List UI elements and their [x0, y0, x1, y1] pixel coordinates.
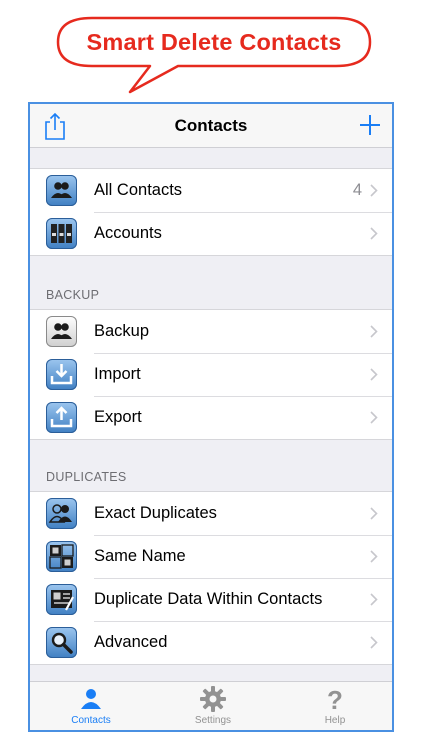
magnifier-icon	[46, 627, 77, 658]
question-icon: ?	[327, 686, 343, 712]
export-icon	[46, 402, 77, 433]
chevron-right-icon	[370, 368, 378, 381]
navigation-bar: Contacts	[30, 104, 392, 148]
chevron-right-icon	[370, 411, 378, 424]
row-label: All Contacts	[94, 181, 183, 199]
tab-label: Settings	[194, 715, 232, 726]
contacts-count: 4	[352, 181, 362, 199]
gear-icon	[200, 686, 226, 712]
row-label: Duplicate Data Within Contacts	[94, 590, 323, 608]
tab-label: Help	[324, 715, 346, 726]
main-group: All Contacts 4 Accounts	[30, 168, 392, 256]
chevron-right-icon	[370, 550, 378, 563]
chevron-right-icon	[370, 325, 378, 338]
row-label: Export	[94, 408, 142, 426]
app-screen: Contacts All Contacts 4 Accounts BACKUP …	[28, 102, 394, 732]
backup-group: Backup Import Export	[30, 309, 392, 440]
advanced-row[interactable]: Advanced	[30, 621, 392, 664]
chevron-right-icon	[370, 507, 378, 520]
tab-contacts[interactable]: Contacts	[30, 682, 152, 730]
chevron-right-icon	[370, 636, 378, 649]
same-name-icon	[46, 541, 77, 572]
banner-title: Smart Delete Contacts	[86, 28, 342, 55]
page-title: Contacts	[174, 116, 248, 135]
row-label: Exact Duplicates	[94, 504, 217, 522]
row-label: Advanced	[94, 633, 168, 651]
tab-help[interactable]: ? Help	[274, 682, 392, 730]
tab-label: Contacts	[71, 715, 111, 726]
backup-row[interactable]: Backup	[30, 310, 392, 353]
person-icon	[81, 689, 101, 709]
chevron-right-icon	[370, 184, 378, 197]
banner: Smart Delete Contacts	[0, 0, 422, 100]
tab-settings[interactable]: Settings	[152, 682, 274, 730]
same-name-row[interactable]: Same Name	[30, 535, 392, 578]
row-label: Import	[94, 365, 141, 383]
row-label: Accounts	[94, 224, 162, 242]
duplicates-group: Exact Duplicates Same Name Duplicate Dat…	[30, 491, 392, 665]
duplicates-section-header: DUPLICATES	[46, 470, 127, 484]
all-contacts-row[interactable]: All Contacts 4	[30, 169, 392, 212]
people-icon	[46, 175, 77, 206]
plus-icon	[360, 115, 380, 135]
row-label: Backup	[94, 322, 150, 340]
tab-bar: Contacts Settings ? Help	[30, 681, 392, 730]
import-row[interactable]: Import	[30, 353, 392, 396]
svg-text:?: ?	[327, 686, 343, 712]
chevron-right-icon	[370, 227, 378, 240]
duplicate-data-row[interactable]: Duplicate Data Within Contacts	[30, 578, 392, 621]
duplicate-data-icon	[46, 584, 77, 615]
accounts-row[interactable]: Accounts	[30, 212, 392, 255]
import-icon	[46, 359, 77, 390]
exact-duplicates-icon	[46, 498, 77, 529]
accounts-icon	[46, 218, 77, 249]
exact-duplicates-row[interactable]: Exact Duplicates	[30, 492, 392, 535]
backup-icon	[46, 316, 77, 347]
add-button[interactable]	[358, 113, 382, 137]
export-row[interactable]: Export	[30, 396, 392, 439]
backup-section-header: BACKUP	[46, 288, 100, 302]
row-label: Same Name	[94, 547, 186, 565]
chevron-right-icon	[370, 593, 378, 606]
